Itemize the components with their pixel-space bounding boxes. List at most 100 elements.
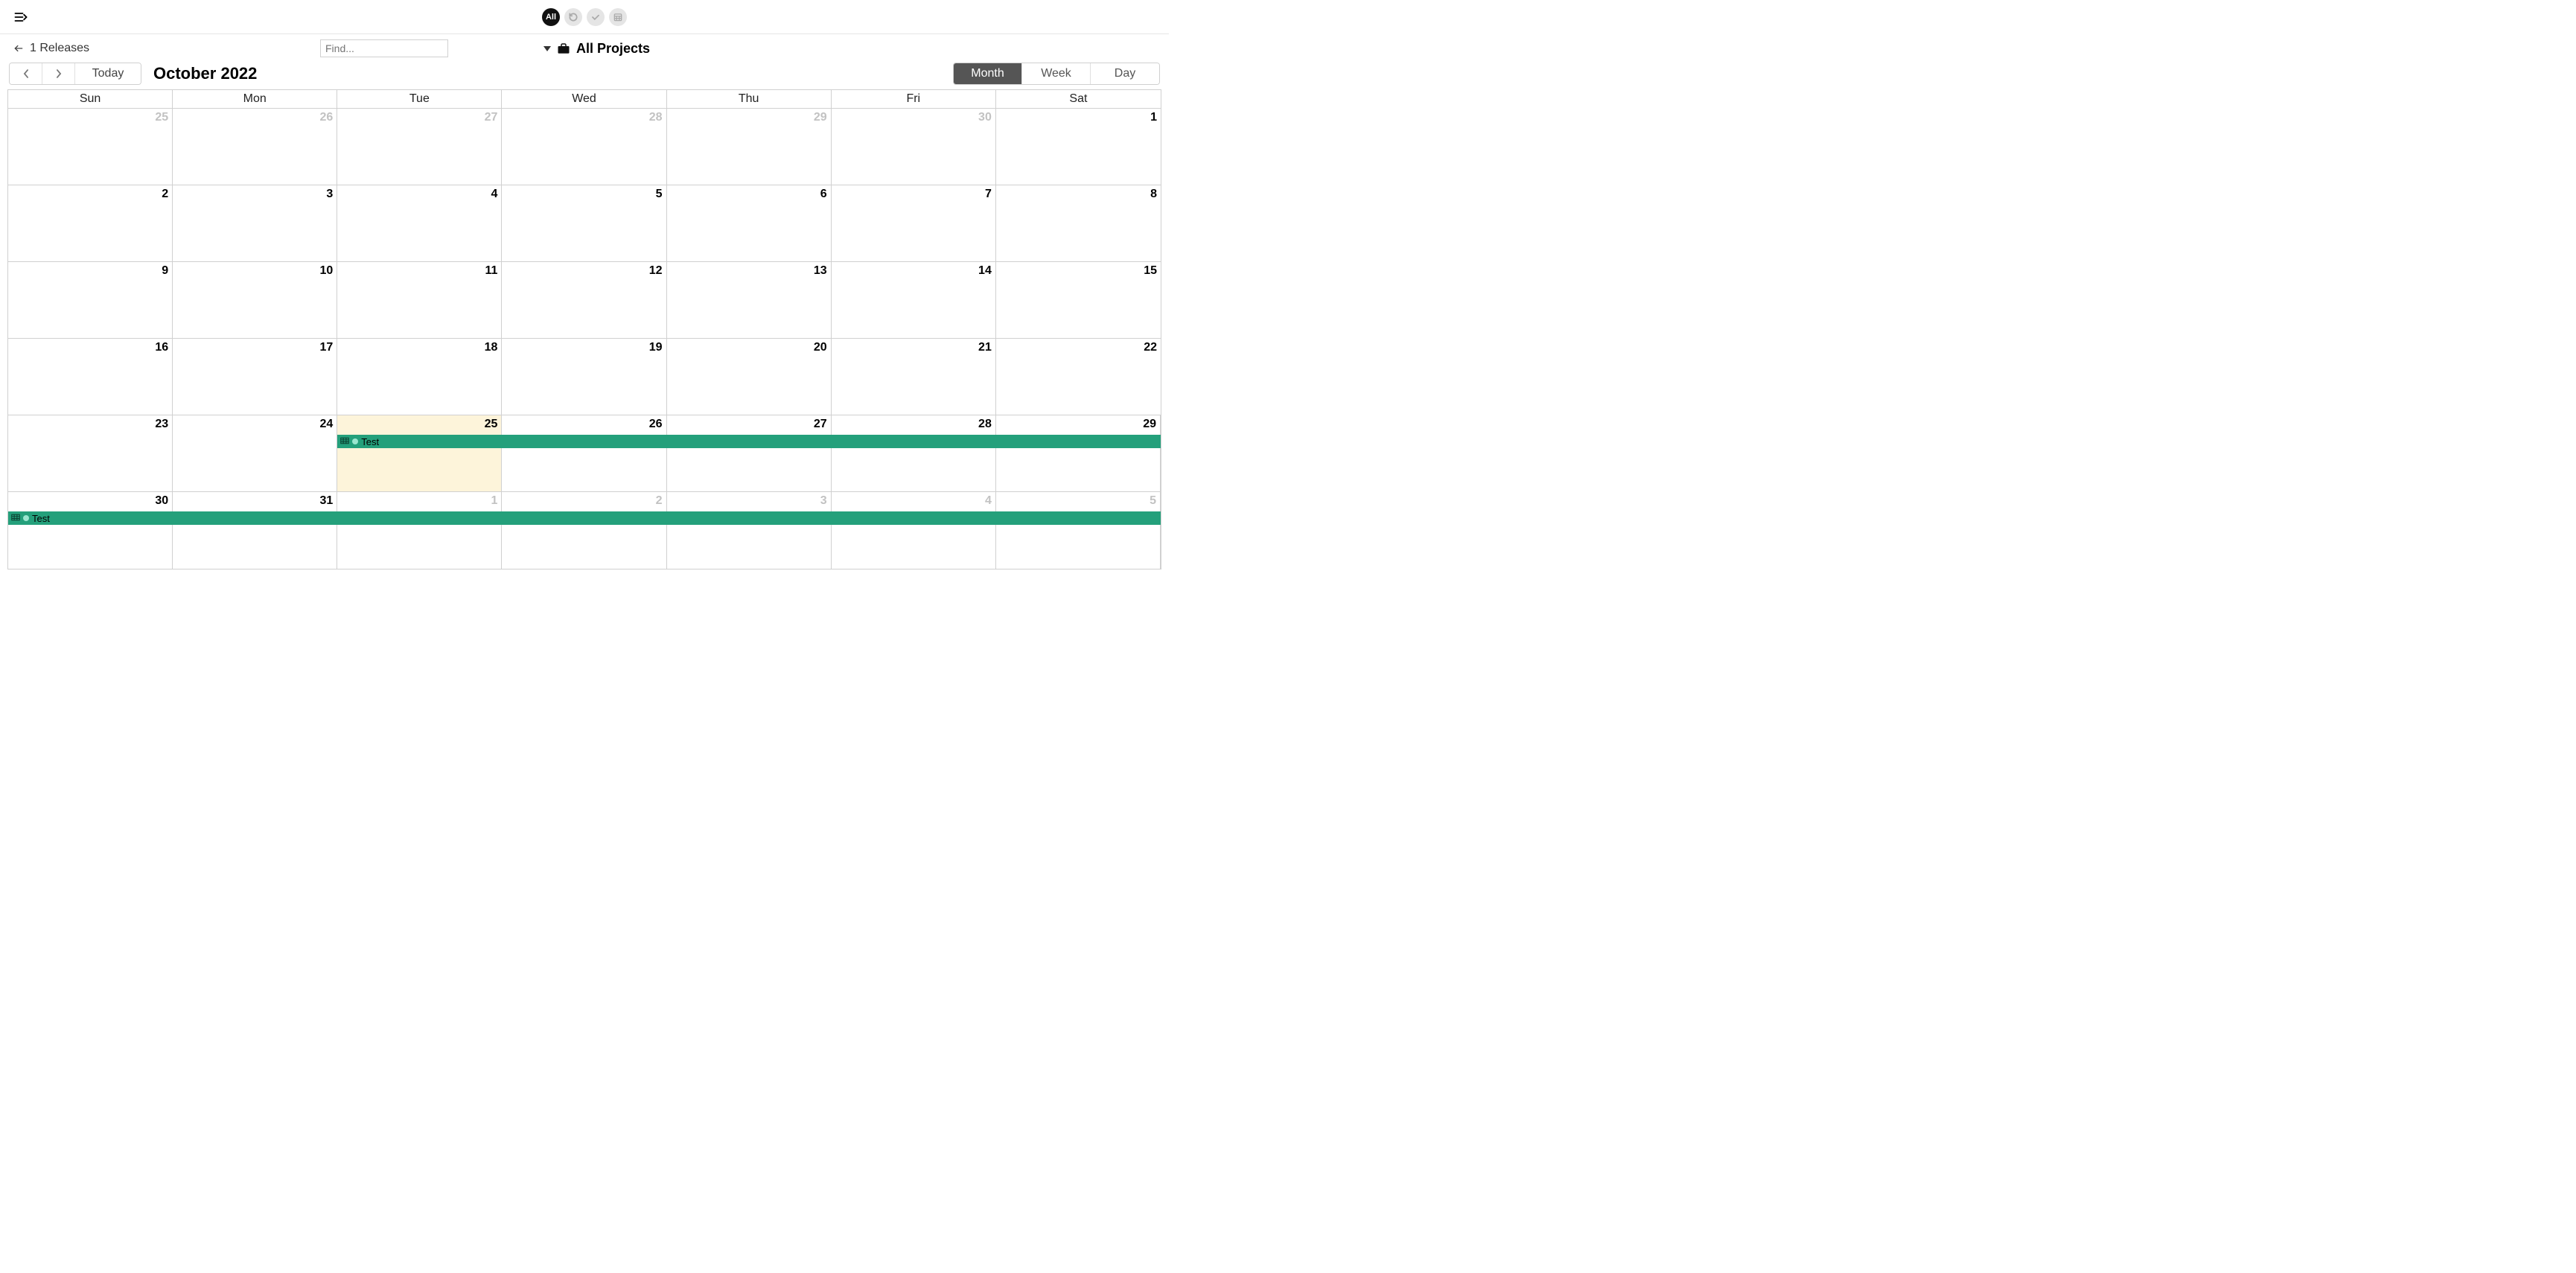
calendar-day-cell[interactable]: 27 [667,415,832,491]
calendar: SunMonTueWedThuFriSat 252627282930123456… [7,89,1161,570]
calendar-day-cell[interactable]: 29 [667,109,832,185]
day-number: 25 [485,418,498,431]
day-number: 8 [1150,188,1157,201]
calendar-day-cell[interactable]: 17 [173,339,337,415]
menu-toggle-button[interactable] [10,7,31,28]
calendar-day-cell[interactable]: 26 [173,109,337,185]
calendar-grid: 2526272829301234567891011121314151617181… [8,109,1161,569]
calendar-day-cell[interactable]: 12 [502,262,666,338]
prev-month-button[interactable] [10,63,42,84]
view-day-button[interactable]: Day [1091,63,1159,84]
day-number: 7 [985,188,992,201]
calendar-day-cell[interactable]: 2 [502,492,666,569]
dow-header: Sun [8,90,173,108]
projects-filter-dropdown[interactable]: All Projects [543,41,650,57]
calendar-controls: Today October 2022 Month Week Day [0,63,1169,89]
subbar: 1 Releases All Projects [0,34,1169,63]
calendar-day-cell[interactable]: 25 [8,109,173,185]
calendar-day-cell[interactable]: 20 [667,339,832,415]
projects-filter-label: All Projects [576,41,650,57]
calendar-day-cell[interactable]: 3 [173,185,337,261]
day-number: 20 [814,341,827,354]
day-number: 6 [820,188,827,201]
calendar-week: 1617 18 19 20 21 22 [8,339,1161,415]
calendar-day-cell[interactable]: 28 [832,415,996,491]
day-number: 11 [485,264,498,278]
filter-all-button[interactable]: All [542,8,560,26]
day-number: 23 [155,418,168,431]
day-number: 3 [820,494,827,508]
calendar-day-cell[interactable]: 1 [337,492,502,569]
search-input[interactable] [320,39,448,57]
day-number: 21 [978,341,992,354]
calendar-day-cell[interactable]: 18 [337,339,502,415]
calendar-event[interactable]: Test [337,435,1161,448]
filter-calendar-button[interactable] [609,8,627,26]
calendar-day-cell[interactable]: 4 [832,492,996,569]
releases-count-link[interactable]: 1 Releases [30,42,89,55]
filter-refresh-button[interactable] [564,8,582,26]
calendar-day-cell[interactable]: 16 [8,339,173,415]
event-status-dot [352,438,358,444]
day-number: 5 [656,188,663,201]
view-week-button[interactable]: Week [1022,63,1091,84]
calendar-day-cell[interactable]: 15 [996,262,1161,338]
today-button[interactable]: Today [75,63,141,84]
calendar-day-cell[interactable]: 9 [8,262,173,338]
day-number: 12 [649,264,663,278]
filter-approved-button[interactable] [587,8,605,26]
view-month-button[interactable]: Month [954,63,1022,84]
day-number: 10 [319,264,333,278]
calendar-day-cell[interactable]: 3 [667,492,832,569]
calendar-week: 2526 27 28 29 30 1 [8,109,1161,185]
calendar-day-cell[interactable]: 30 [832,109,996,185]
calendar-day-cell[interactable]: 10 [173,262,337,338]
calendar-day-cell[interactable]: 25 [337,415,502,491]
day-number: 2 [656,494,663,508]
calendar-day-cell[interactable]: 29 [996,415,1161,491]
calendar-week: 3031 1 2 3 45Test [8,492,1161,569]
day-number: 3 [326,188,333,201]
caret-down-icon [543,46,551,51]
calendar-day-cell[interactable]: 4 [337,185,502,261]
day-number: 29 [1143,418,1156,431]
calendar-day-cell[interactable]: 28 [502,109,666,185]
day-number: 26 [649,418,663,431]
top-filter-icons: All [542,8,627,26]
calendar-day-cell[interactable]: 13 [667,262,832,338]
calendar-day-cell[interactable]: 5 [502,185,666,261]
calendar-day-cell[interactable]: 31 [173,492,337,569]
calendar-day-cell[interactable]: 7 [832,185,996,261]
calendar-day-cell[interactable]: 1 [996,109,1161,185]
calendar-day-cell[interactable]: 5 [996,492,1161,569]
calendar-day-cell[interactable]: 11 [337,262,502,338]
back-button[interactable] [12,42,25,55]
calendar-day-cell[interactable]: 6 [667,185,832,261]
day-number: 1 [1150,111,1157,124]
calendar-day-cell[interactable]: 19 [502,339,666,415]
day-number: 30 [978,111,992,124]
calendar-day-cell[interactable]: 24 [173,415,337,491]
calendar-day-cell[interactable]: 8 [996,185,1161,261]
calendar-day-cell[interactable]: 22 [996,339,1161,415]
next-month-button[interactable] [42,63,75,84]
day-number: 4 [985,494,992,508]
day-number: 18 [485,341,498,354]
event-table-icon [11,513,20,524]
calendar-week: 2 34 5 6 7 8 [8,185,1161,262]
calendar-day-cell[interactable]: 26 [502,415,666,491]
day-number: 28 [649,111,663,124]
day-number: 27 [485,111,498,124]
calendar-day-cell[interactable]: 14 [832,262,996,338]
calendar-event[interactable]: Test [8,511,1161,525]
calendar-day-cell[interactable]: 21 [832,339,996,415]
day-number: 27 [814,418,827,431]
calendar-day-cell[interactable]: 2 [8,185,173,261]
calendar-day-cell[interactable]: 23 [8,415,173,491]
day-number: 1 [491,494,498,508]
view-switch-group: Month Week Day [953,63,1160,85]
event-table-icon [340,436,349,447]
calendar-nav-group: Today [9,63,141,85]
calendar-day-cell[interactable]: 30 [8,492,173,569]
calendar-day-cell[interactable]: 27 [337,109,502,185]
